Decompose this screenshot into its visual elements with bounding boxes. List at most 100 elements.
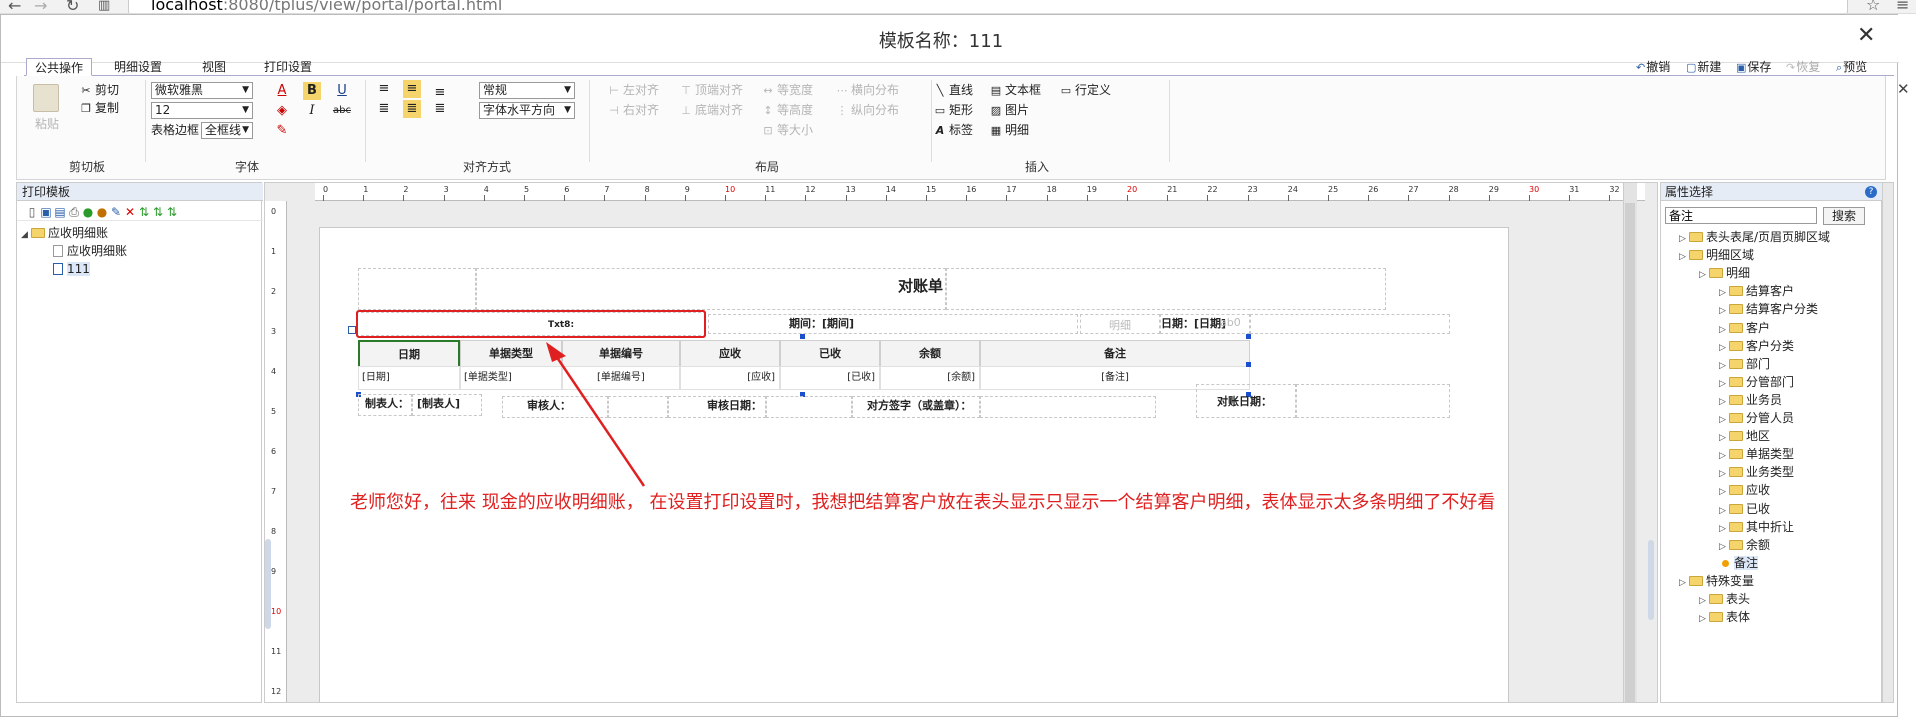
- tab-common[interactable]: 公共操作: [26, 58, 93, 76]
- design-canvas[interactable]: 0 1 2 3 4 5 6 7 8 9 10 11 12 13 14 15 16 17 18 19 20 21 22 23 24…: [264, 182, 1658, 703]
- reconcile-date-label[interactable]: 对账日期：: [1196, 384, 1296, 418]
- forward-icon[interactable]: →: [34, 0, 47, 13]
- undo-button[interactable]: ↶撤销: [1636, 58, 1670, 75]
- text-direction-select[interactable]: 字体水平方向 ▼: [479, 102, 575, 119]
- cut-button[interactable]: ✂ 剪切: [79, 82, 119, 99]
- tab-view[interactable]: 视图: [194, 58, 234, 76]
- layout-vertical-distribute[interactable]: ⋮ 纵向分布: [835, 102, 900, 119]
- expand-icon[interactable]: ▷: [1679, 231, 1689, 247]
- layout-align-left[interactable]: ⊢ 左对齐: [607, 82, 659, 99]
- property-tree-node[interactable]: ▷ 表头表尾/页眉页脚区域: [1679, 229, 1830, 247]
- detail-cell-date[interactable]: [日期]: [358, 366, 460, 390]
- expand-icon[interactable]: ▷: [1719, 412, 1729, 428]
- expand-icon[interactable]: ▷: [1719, 303, 1729, 319]
- preparer-field[interactable]: [制表人]: [412, 394, 482, 416]
- review-date-label[interactable]: 审核日期：: [668, 396, 766, 418]
- fill-color-icon[interactable]: ◈: [273, 102, 291, 120]
- copy-button[interactable]: ❐ 复制: [79, 100, 119, 117]
- property-tree-node[interactable]: ▷ 部门: [1719, 356, 1770, 374]
- preview-button[interactable]: ⌕预览: [1836, 58, 1867, 75]
- help-icon[interactable]: ?: [1865, 186, 1877, 198]
- refresh-icon[interactable]: ⇅: [165, 205, 179, 219]
- insert-rectangle-button[interactable]: ▭ 矩形: [933, 102, 973, 119]
- expand-icon[interactable]: ▷: [1719, 430, 1729, 446]
- layout-align-bottom[interactable]: ⊥ 底端对齐: [679, 102, 743, 119]
- expand-icon[interactable]: ▷: [1719, 376, 1729, 392]
- layout-align-top[interactable]: ⊤ 顶端对齐: [679, 82, 743, 99]
- expand-icon[interactable]: ▷: [1719, 484, 1729, 500]
- report-title[interactable]: 对账单: [476, 268, 946, 310]
- expand-icon[interactable]: ▷: [1699, 267, 1709, 283]
- layout-equal-height[interactable]: ↕ 等高度: [761, 102, 813, 119]
- tab-detail-settings[interactable]: 明细设置: [106, 58, 170, 76]
- review-date-field[interactable]: [766, 396, 852, 418]
- expand-icon[interactable]: ▷: [1719, 322, 1729, 338]
- tree-node-ledger-folder[interactable]: ◢ 应收明细账: [21, 225, 108, 243]
- save-button[interactable]: ▣保存: [1736, 58, 1771, 75]
- move-up-icon[interactable]: ⇅: [137, 205, 151, 219]
- property-tree-node[interactable]: ▷ 表体: [1699, 609, 1750, 627]
- expand-icon[interactable]: ▷: [1719, 521, 1729, 537]
- property-tree-node[interactable]: ▷ 业务类型: [1719, 464, 1794, 482]
- font-size-select[interactable]: 12 ▼: [151, 102, 253, 119]
- property-tree-node[interactable]: ▷ 明细区域: [1679, 247, 1754, 265]
- resize-handle[interactable]: [800, 334, 805, 339]
- title-right-cell[interactable]: [946, 268, 1386, 310]
- expand-icon[interactable]: ▷: [1719, 340, 1729, 356]
- detail-cell-received[interactable]: [已收]: [780, 366, 880, 390]
- import-icon[interactable]: ⎙: [67, 205, 81, 219]
- property-tree-node[interactable]: ▷ 分管部门: [1719, 374, 1794, 392]
- property-tree-node[interactable]: ▷ 分管人员: [1719, 410, 1794, 428]
- resize-handle[interactable]: [1246, 334, 1251, 339]
- text-style-select[interactable]: 常规 ▼: [479, 82, 575, 99]
- column-header-received[interactable]: 已收: [780, 340, 880, 368]
- row-definition-button[interactable]: ▭ 行定义: [1059, 82, 1111, 99]
- canvas-scroll-thumb[interactable]: [1625, 203, 1635, 702]
- align-middle-icon[interactable]: ≡: [403, 80, 421, 98]
- layout-align-right[interactable]: ⊣ 右对齐: [607, 102, 659, 119]
- insert-label-button[interactable]: A 标签: [933, 122, 973, 139]
- expand-icon[interactable]: ▷: [1699, 611, 1709, 627]
- property-tree-node[interactable]: ▷ 应收: [1719, 482, 1770, 500]
- panel-resize-handle[interactable]: [1648, 540, 1654, 620]
- expand-icon[interactable]: ▷: [1679, 249, 1689, 265]
- layout-equal-size[interactable]: ⊡ 等大小: [761, 122, 813, 139]
- new-file-icon[interactable]: ▯: [25, 205, 39, 219]
- menu-icon[interactable]: ≡: [1896, 0, 1909, 13]
- close-icon[interactable]: ✕: [1857, 23, 1875, 48]
- property-search-input[interactable]: [1665, 207, 1817, 224]
- pen-icon[interactable]: ✎: [273, 122, 291, 140]
- font-family-select[interactable]: 微软雅黑 ▼: [151, 82, 253, 99]
- align-right-icon[interactable]: ≣: [431, 100, 449, 118]
- period-field[interactable]: 期间：[期间]: [708, 314, 1078, 334]
- save-as-icon[interactable]: ▤: [53, 205, 67, 219]
- tree-node-ledger-doc[interactable]: 应收明细账: [53, 243, 127, 259]
- paste-icon[interactable]: [33, 84, 59, 112]
- bookmark-page-icon[interactable]: ▥: [98, 0, 110, 13]
- move-down-icon[interactable]: ⇅: [151, 205, 165, 219]
- counterparty-signature-field[interactable]: [980, 396, 1156, 418]
- strike-button[interactable]: abc: [329, 102, 355, 120]
- property-tree-node[interactable]: ▷ 其中折让: [1719, 519, 1794, 537]
- expand-icon[interactable]: ▷: [1699, 593, 1709, 609]
- tab-print-settings[interactable]: 打印设置: [256, 58, 320, 76]
- reconcile-date-field[interactable]: [1296, 384, 1450, 418]
- expand-icon[interactable]: ▷: [1719, 466, 1729, 482]
- detail-cell-receivable[interactable]: [应收]: [680, 366, 780, 390]
- property-tree-node[interactable]: ▷ 特殊变量: [1679, 573, 1754, 591]
- star-icon[interactable]: ☆: [1866, 0, 1880, 13]
- italic-button[interactable]: I: [303, 102, 321, 120]
- bold-button[interactable]: B: [303, 82, 321, 100]
- preparer-label[interactable]: 制表人：: [358, 394, 412, 416]
- selection-anchor-icon[interactable]: [348, 326, 356, 334]
- property-tree-node[interactable]: ▷ 结算客户: [1719, 283, 1794, 301]
- expand-icon[interactable]: ▷: [1719, 394, 1729, 410]
- insert-textbox-button[interactable]: ▤ 文本框: [989, 82, 1041, 99]
- border-select[interactable]: 全框线 ▼: [201, 122, 253, 139]
- background-close-icon[interactable]: ✕: [1897, 80, 1910, 98]
- property-tree-node[interactable]: ▷ 结算客户分类: [1719, 301, 1818, 319]
- search-button[interactable]: 搜索: [1823, 207, 1865, 225]
- header-spare-cell[interactable]: [1250, 314, 1450, 334]
- back-icon[interactable]: ←: [8, 0, 21, 13]
- align-left-icon[interactable]: ≣: [375, 100, 393, 118]
